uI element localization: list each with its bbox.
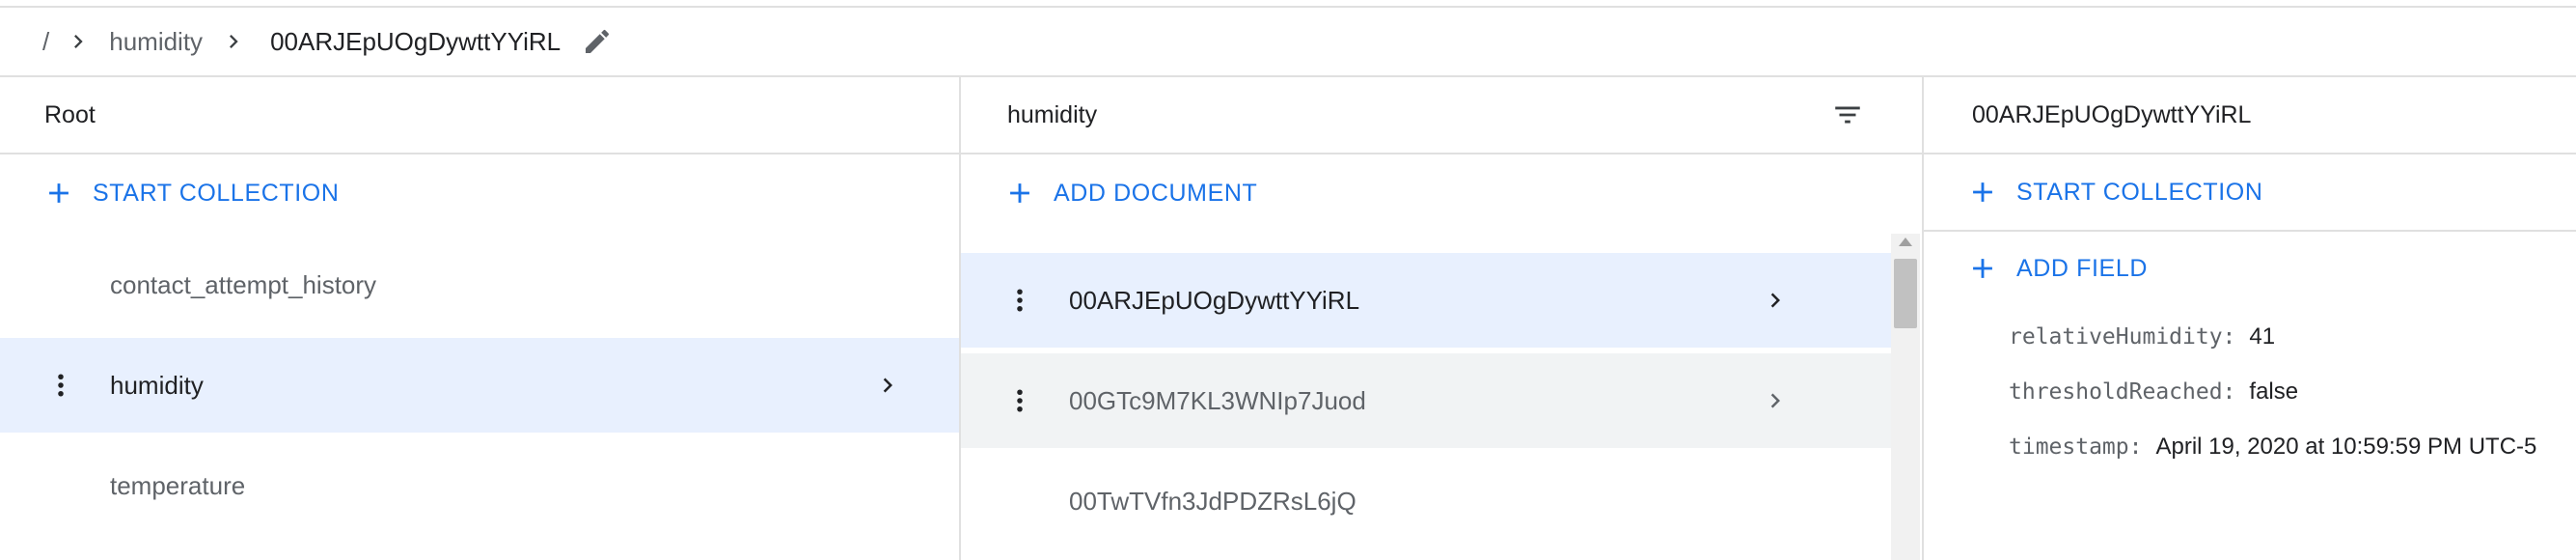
panel-title: Root bbox=[44, 100, 96, 128]
chevron-right-icon bbox=[1756, 381, 1795, 420]
plus-icon bbox=[42, 177, 75, 210]
breadcrumb-collection[interactable]: humidity bbox=[109, 27, 203, 57]
add-document-button[interactable]: ADD DOCUMENT bbox=[961, 154, 1922, 232]
breadcrumb-document: 00ARJEpUOgDywttYYiRL bbox=[270, 26, 562, 56]
field-value: false bbox=[2249, 378, 2299, 405]
top-divider bbox=[0, 0, 2576, 8]
list-item-label: 00ARJEpUOgDywttYYiRL bbox=[1069, 285, 1360, 315]
panel-header: humidity bbox=[961, 77, 1922, 154]
document-list: 00ARJEpUOgDywttYYiRL 00GTc9M7KL3WNIp7Juo… bbox=[961, 253, 1891, 548]
chevron-right-icon bbox=[868, 366, 907, 405]
field-list: relativeHumidity: 41 thresholdReached: f… bbox=[1924, 309, 2576, 474]
scroll-up-arrow-icon[interactable] bbox=[1899, 238, 1912, 246]
plus-icon bbox=[1966, 252, 1999, 285]
field-value: 41 bbox=[2249, 322, 2276, 350]
field-row[interactable]: thresholdReached: false bbox=[2009, 364, 2576, 419]
filter-list-icon[interactable] bbox=[1831, 98, 1864, 131]
list-item[interactable]: temperature bbox=[0, 438, 959, 533]
scroll-thumb[interactable] bbox=[1894, 259, 1917, 328]
add-document-label: ADD DOCUMENT bbox=[1054, 179, 1258, 207]
breadcrumb: / humidity 00ARJEpUOgDywttYYiRL bbox=[0, 8, 2576, 77]
list-item[interactable]: contact_attempt_history bbox=[0, 238, 959, 332]
field-key: timestamp: bbox=[2009, 434, 2143, 460]
field-key: relativeHumidity: bbox=[2009, 323, 2236, 350]
chevron-right-icon bbox=[59, 22, 97, 61]
more-vert-icon[interactable] bbox=[46, 366, 75, 405]
list-item[interactable]: 00GTc9M7KL3WNIp7Juod bbox=[961, 353, 1891, 448]
panel-title: 00ARJEpUOgDywttYYiRL bbox=[1972, 100, 2252, 128]
list-item-label: humidity bbox=[110, 370, 204, 400]
list-item-label: contact_attempt_history bbox=[110, 269, 377, 299]
chevron-right-icon bbox=[214, 22, 253, 61]
scrollbar[interactable] bbox=[1891, 234, 1920, 560]
breadcrumb-root[interactable]: / bbox=[42, 27, 49, 57]
list-item[interactable]: 00ARJEpUOgDywttYYiRL bbox=[961, 253, 1891, 348]
more-vert-icon[interactable] bbox=[1005, 281, 1034, 320]
plus-icon bbox=[1966, 176, 1999, 209]
field-row[interactable]: relativeHumidity: 41 bbox=[2009, 309, 2576, 364]
field-value: April 19, 2020 at 10:59:59 PM UTC-5 bbox=[2155, 433, 2537, 460]
field-row[interactable]: timestamp: April 19, 2020 at 10:59:59 PM… bbox=[2009, 419, 2576, 474]
panel-header: Root bbox=[0, 77, 959, 154]
list-item-label: temperature bbox=[110, 470, 246, 500]
chevron-right-icon bbox=[1756, 281, 1795, 320]
collection-panel: humidity ADD DOCUMENT 00ARJEpUOgDywttYYi… bbox=[961, 77, 1924, 560]
start-collection-label: START COLLECTION bbox=[2016, 178, 2263, 206]
panel-title: humidity bbox=[1007, 100, 1098, 128]
data-panels: Root START COLLECTION contact_attempt_hi… bbox=[0, 77, 2576, 560]
start-collection-button[interactable]: START COLLECTION bbox=[0, 154, 959, 232]
collection-list: contact_attempt_history humidity tempera… bbox=[0, 238, 959, 533]
list-item[interactable]: 00TwTVfn3JdPDZRsL6jQ bbox=[961, 454, 1891, 548]
add-field-button[interactable]: ADD FIELD bbox=[1924, 230, 2576, 305]
plus-icon bbox=[1003, 177, 1036, 210]
start-collection-label: START COLLECTION bbox=[93, 179, 340, 207]
root-panel: Root START COLLECTION contact_attempt_hi… bbox=[0, 77, 961, 560]
list-item-label: 00GTc9M7KL3WNIp7Juod bbox=[1069, 385, 1366, 415]
pencil-icon[interactable] bbox=[578, 22, 617, 61]
panel-header: 00ARJEpUOgDywttYYiRL bbox=[1924, 77, 2576, 154]
list-item[interactable]: humidity bbox=[0, 338, 959, 433]
start-collection-button[interactable]: START COLLECTION bbox=[1924, 154, 2576, 230]
document-panel: 00ARJEpUOgDywttYYiRL START COLLECTION AD… bbox=[1924, 77, 2576, 560]
list-item-label: 00TwTVfn3JdPDZRsL6jQ bbox=[1069, 486, 1357, 516]
more-vert-icon[interactable] bbox=[1005, 381, 1034, 420]
add-field-label: ADD FIELD bbox=[2016, 254, 2148, 282]
field-key: thresholdReached: bbox=[2009, 378, 2236, 405]
